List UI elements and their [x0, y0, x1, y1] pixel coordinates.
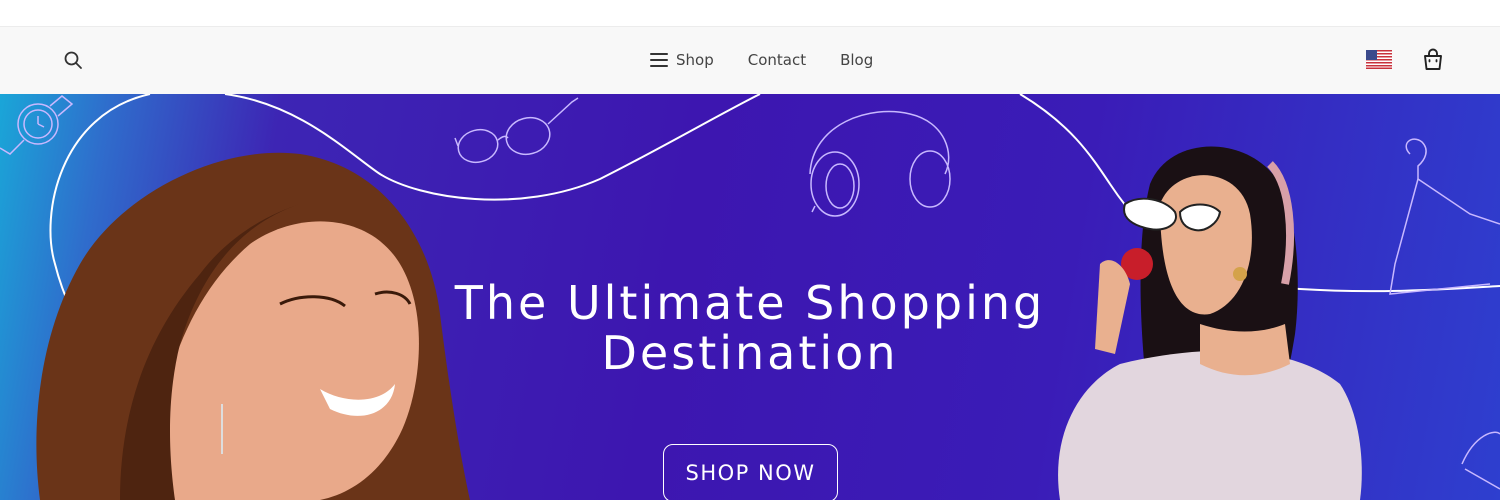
hero-title-line-2: Destination — [601, 326, 899, 380]
shop-now-button[interactable]: SHOP NOW — [663, 444, 838, 500]
main-nav: Shop Contact Blog — [650, 49, 873, 71]
right-model-image — [1058, 146, 1362, 500]
us-flag-icon[interactable] — [1366, 50, 1392, 69]
hero-title: The Ultimate Shopping Destination — [400, 278, 1100, 378]
nav-item-shop-label: Shop — [676, 51, 714, 69]
bag-sketch-icon — [1461, 431, 1500, 490]
hanger-sketch-icon — [1389, 138, 1500, 295]
nav-item-shop[interactable]: Shop — [650, 51, 714, 69]
search-icon[interactable] — [62, 49, 84, 71]
navbar: Shop Contact Blog — [0, 27, 1500, 94]
hero-banner: The Ultimate Shopping Destination SHOP N… — [0, 94, 1500, 500]
shopping-bag-icon[interactable] — [1421, 47, 1445, 72]
top-strip — [0, 0, 1500, 27]
sunglasses-sketch-icon — [454, 97, 579, 164]
hero-title-line-1: The Ultimate Shopping — [454, 276, 1046, 330]
nav-item-blog-label: Blog — [840, 51, 874, 69]
watch-sketch-icon — [0, 95, 74, 155]
headphones-sketch-icon — [809, 110, 951, 217]
menu-icon — [650, 53, 668, 67]
nav-item-blog[interactable]: Blog — [840, 51, 873, 69]
nav-item-contact[interactable]: Contact — [748, 51, 806, 69]
nav-item-contact-label: Contact — [747, 51, 807, 69]
